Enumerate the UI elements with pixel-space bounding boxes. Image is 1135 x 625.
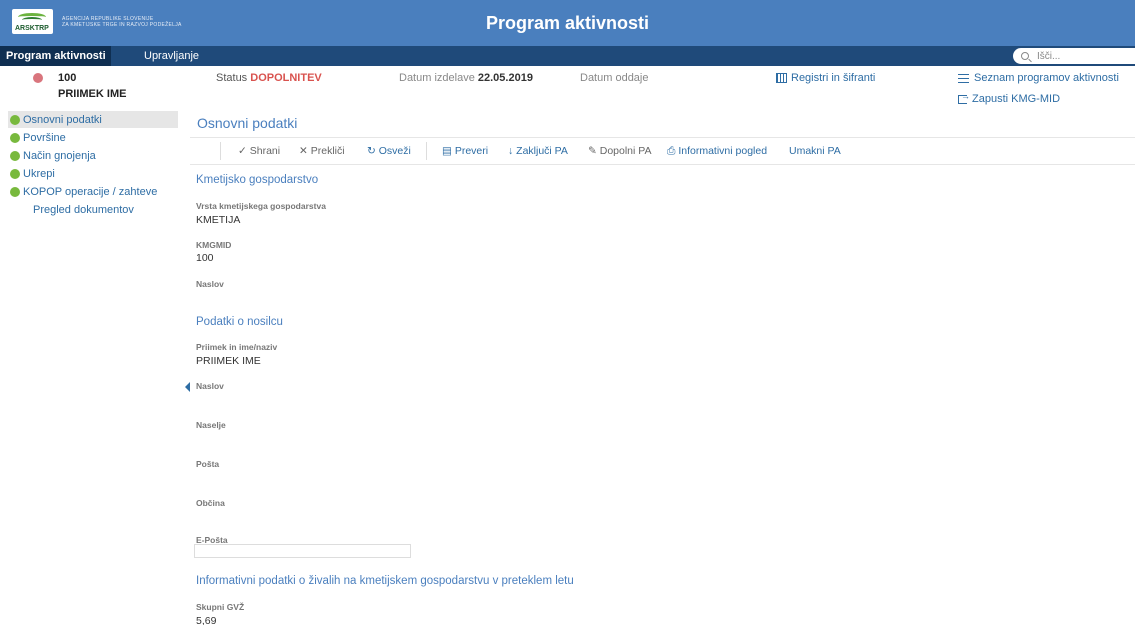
sidebar-item-povrsine[interactable]: Površine: [8, 129, 178, 146]
date-created-label: Datum izdelave: [399, 72, 475, 84]
arrow-down-icon: ↓: [508, 145, 514, 157]
tab-upravljanje[interactable]: Upravljanje: [144, 46, 199, 66]
gvz-value: 5,69: [196, 615, 217, 625]
status-badge: DOPOLNITEV: [250, 72, 322, 84]
sidebar-item-label: Način gnojenja: [23, 149, 96, 162]
divider: [190, 164, 1135, 165]
registers-link[interactable]: Registri in šifranti: [776, 72, 875, 84]
toolbar-separator: [426, 142, 427, 160]
date-created-value: 22.05.2019: [477, 72, 533, 84]
date-submitted-label: Datum oddaje: [580, 72, 649, 84]
exit-icon: [958, 91, 970, 104]
app-title: Program aktivnosti: [485, 13, 650, 33]
edit-icon: ✎: [588, 145, 597, 157]
list-icon: [958, 73, 969, 83]
status-green-icon: [10, 186, 20, 197]
registers-label: Registri in šifranti: [791, 72, 876, 84]
status-green-icon: [10, 114, 20, 125]
sidebar-item-label: Ukrepi: [23, 167, 55, 180]
holder-address-label: Naslov: [196, 381, 224, 391]
exit-link[interactable]: Zapusti KMG-MID: [958, 91, 1061, 105]
section-animals-heading: Informativni podatki o živalih na kmetij…: [196, 575, 574, 587]
kmgmid-value: 100: [196, 252, 214, 264]
status-green-icon: [10, 168, 20, 179]
holder-name: PRIIMEK IME: [58, 88, 127, 100]
sidebar-item-label: KOPOP operacije / zahteve: [23, 185, 158, 198]
check-button[interactable]: ▤ Preveri: [442, 145, 488, 157]
status-label: Status: [216, 72, 248, 84]
section-farm-heading: Kmetijsko gospodarstvo: [196, 174, 319, 186]
municipality-label: Občina: [196, 498, 225, 508]
kmgmid-label: KMGMID: [196, 240, 232, 250]
holder-name-label: Priimek in ime/naziv: [196, 342, 278, 352]
toolbar-separator: [220, 142, 221, 160]
app-header: ARSKTRP AGENCIJA REPUBLIKE SLOVENIJE ZA …: [0, 0, 1135, 46]
main-nav: Program aktivnosti Upravljanje Išči...: [0, 46, 1135, 66]
sidebar-item-nacin-gnojenja[interactable]: Način gnojenja: [8, 147, 178, 164]
settlement-label: Naselje: [196, 420, 226, 430]
status-dot-icon: [33, 73, 43, 83]
post-label: Pošta: [196, 459, 220, 469]
finish-button[interactable]: ↓ Zaključi PA: [508, 145, 568, 157]
search-placeholder: Išči...: [1037, 50, 1061, 62]
info-view-button[interactable]: ⎙ Informativni pogled: [667, 145, 767, 158]
status-green-icon: [10, 132, 20, 143]
exit-label: Zapusti KMG-MID: [972, 93, 1061, 105]
table-icon: [776, 73, 787, 83]
tab-program-aktivnosti[interactable]: Program aktivnosti: [0, 46, 111, 66]
programs-list-label: Seznam programov aktivnosti: [974, 72, 1119, 84]
sidebar-item-label: Površine: [23, 131, 66, 144]
sidebar-item-label: Osnovni podatki: [23, 113, 102, 126]
refresh-button[interactable]: ↻ Osveži: [367, 145, 411, 157]
farm-type-label: Vrsta kmetijskega gospodarstva: [196, 201, 326, 211]
info-bar: 100 PRIIMEK IME Status DOPOLNITEV Datum …: [0, 66, 1135, 109]
farm-type-value: KMETIJA: [196, 214, 241, 226]
cancel-button[interactable]: ✕ Prekliči: [299, 145, 345, 157]
main-content: Osnovni podatki ✓ Shrani ✕ Prekliči ↻ Os…: [190, 110, 1135, 625]
search-input[interactable]: Išči...: [1013, 48, 1135, 64]
status-green-icon: [10, 150, 20, 161]
toolbar: ✓ Shrani ✕ Prekliči ↻ Osveži ▤ Preveri ↓…: [190, 138, 1135, 163]
holder-name-value: PRIIMEK IME: [196, 355, 261, 367]
document-search-icon: ⎙: [667, 145, 676, 157]
save-button[interactable]: ✓ Shrani: [238, 145, 280, 157]
refresh-icon: ↻: [367, 145, 376, 157]
page-title: Osnovni podatki: [197, 115, 298, 131]
programs-list-link[interactable]: Seznam programov aktivnosti: [958, 72, 1119, 84]
kmg-mid-value: 100: [58, 72, 77, 84]
status-field: Status DOPOLNITEV: [216, 72, 322, 84]
search-icon: [1021, 52, 1029, 60]
sidebar: Osnovni podatki Površine Način gnojenja …: [0, 111, 185, 625]
sidebar-item-label: Pregled dokumentov: [33, 203, 134, 216]
check-icon: ✓: [238, 145, 247, 157]
sidebar-item-kopop[interactable]: KOPOP operacije / zahteve: [8, 183, 178, 200]
sidebar-item-ukrepi[interactable]: Ukrepi: [8, 165, 178, 182]
withdraw-button[interactable]: Umakni PA: [789, 145, 841, 157]
email-field[interactable]: [194, 544, 411, 558]
farm-address-label: Naslov: [196, 279, 224, 289]
gvz-label: Skupni GVŽ: [196, 602, 245, 612]
close-icon: ✕: [299, 145, 308, 157]
sidebar-item-pregled-dokumentov[interactable]: Pregled dokumentov: [8, 201, 178, 218]
section-holder-heading: Podatki o nosilcu: [196, 316, 283, 328]
supplement-button[interactable]: ✎ Dopolni PA: [588, 145, 652, 157]
document-icon: ▤: [442, 145, 452, 157]
date-created-field: Datum izdelave 22.05.2019: [399, 72, 533, 84]
sidebar-item-osnovni-podatki[interactable]: Osnovni podatki: [8, 111, 178, 128]
